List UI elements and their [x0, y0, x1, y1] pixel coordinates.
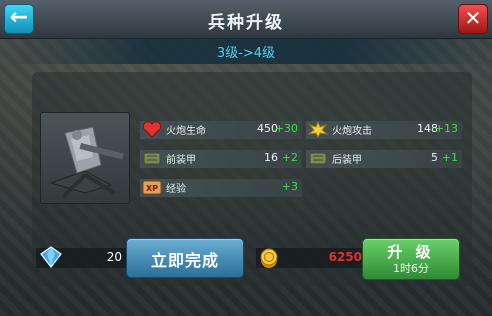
title-bar: ← 兵种升级 ✕ — [0, 0, 492, 39]
armor-plate-icon — [142, 150, 162, 167]
stat-increase: +13 — [434, 122, 458, 135]
explosion-icon — [307, 120, 329, 139]
gem-icon — [38, 244, 64, 274]
close-icon: ✕ — [464, 6, 482, 30]
stat-label: 后装甲 — [332, 155, 362, 166]
level-change-text: 3级->4级 — [216, 46, 276, 61]
stat-increase: +1 — [441, 151, 458, 164]
stat-row-rear-armor: 后装甲 5 +1 — [306, 150, 462, 168]
heart-icon — [142, 121, 162, 138]
stat-label: 火炮攻击 — [332, 126, 372, 137]
artillery-icon — [49, 126, 124, 199]
gold-cost: 6250 — [328, 250, 362, 264]
stat-value: 5 — [431, 151, 438, 164]
close-button[interactable]: ✕ — [458, 4, 488, 34]
stat-label: 经验 — [166, 184, 186, 195]
stat-row-front-armor: 前装甲 16 +2 — [140, 150, 302, 168]
xp-badge-icon: XP — [142, 179, 162, 196]
upgrade-time: 1时6分 — [393, 262, 429, 275]
gem-cost: 20 — [106, 250, 122, 264]
gem-cost-bar: 20 — [36, 246, 128, 268]
svg-text:XP: XP — [146, 184, 158, 193]
level-banner: 3级->4级 — [0, 38, 492, 64]
armor-plate-icon — [308, 150, 328, 167]
gold-coin-icon — [258, 246, 280, 274]
upgrade-button[interactable]: 升 级 1时6分 — [362, 238, 460, 280]
stat-label: 火炮生命 — [166, 126, 206, 137]
stat-row-artillery-hp: 火炮生命 450 +30 — [140, 121, 302, 139]
complete-now-label: 立即完成 — [150, 251, 219, 270]
gold-cost-bar: 6250 — [256, 248, 366, 268]
page-title: 兵种升级 — [208, 13, 284, 33]
stat-value: 16 — [264, 151, 278, 164]
stat-increase: +30 — [274, 122, 298, 135]
unit-portrait — [40, 112, 130, 204]
stat-row-experience: XP 经验 +3 — [140, 179, 302, 197]
stat-label: 前装甲 — [166, 155, 196, 166]
stat-row-artillery-attack: 火炮攻击 148 +13 — [306, 120, 462, 139]
complete-now-button[interactable]: 立即完成 — [126, 238, 244, 278]
stat-increase: +2 — [281, 151, 298, 164]
stat-increase: +3 — [281, 180, 298, 193]
upgrade-label: 升 级 — [387, 243, 435, 261]
